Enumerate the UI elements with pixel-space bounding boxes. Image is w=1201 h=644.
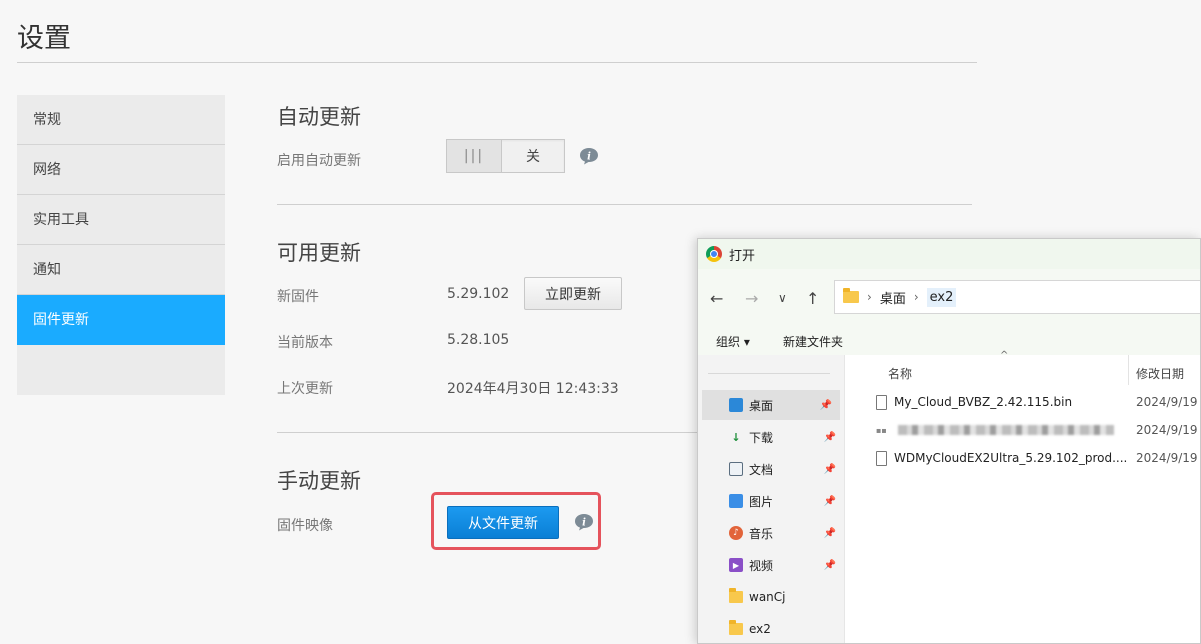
quick-access-desktop[interactable]: 桌面 📌 <box>702 390 840 420</box>
settings-sidebar: 常规 网络 实用工具 通知 固件更新 <box>17 95 225 395</box>
sidebar-item-firmware-update[interactable]: 固件更新 <box>17 295 225 345</box>
sort-ascending-icon: ^ <box>1000 350 1009 361</box>
desktop-icon <box>729 398 743 412</box>
video-icon: ▶ <box>729 558 743 572</box>
quick-access-label: 桌面 <box>749 398 774 413</box>
new-firmware-label: 新固件 <box>277 289 319 305</box>
pin-icon: 📌 <box>823 495 836 507</box>
forward-arrow-icon[interactable]: → <box>745 289 758 308</box>
music-icon: ♪ <box>729 526 743 540</box>
svg-text:i: i <box>587 152 591 163</box>
quick-access-videos[interactable]: ▶ 视频 📌 <box>698 550 844 580</box>
folder-icon <box>729 620 743 636</box>
blurred-file-name <box>898 425 1114 435</box>
dialog-navbar: ← → ∨ ↑ › 桌面 › ex2 <box>698 269 1200 327</box>
quick-access-music[interactable]: ♪ 音乐 📌 <box>698 518 844 548</box>
sidebar-item-notifications[interactable]: 通知 <box>17 245 225 295</box>
file-icon <box>876 450 887 466</box>
file-date: 2024/9/19 1 <box>1136 395 1200 409</box>
organize-button[interactable]: 组织 ▾ <box>716 333 750 350</box>
new-folder-button[interactable]: 新建文件夹 <box>783 333 843 350</box>
last-update-label: 上次更新 <box>277 381 333 397</box>
quick-access-label: 文档 <box>749 462 774 477</box>
file-row[interactable]: My_Cloud_BVBZ_2.42.115.bin 2024/9/19 1 <box>876 389 1200 415</box>
current-version-value: 5.28.105 <box>447 332 510 348</box>
chevron-right-icon: › <box>867 290 872 304</box>
quick-access-label: 视频 <box>749 558 774 573</box>
new-firmware-value: 5.29.102 <box>447 286 510 302</box>
quick-access-label: 音乐 <box>749 526 774 541</box>
column-divider[interactable] <box>1128 355 1129 385</box>
folder-icon <box>729 588 743 604</box>
quick-access-ex2[interactable]: ex2 <box>698 614 844 643</box>
picture-icon <box>729 494 743 508</box>
pin-icon: 📌 <box>819 399 832 411</box>
address-bar[interactable]: › 桌面 › ex2 <box>834 280 1200 314</box>
document-icon <box>729 462 743 476</box>
sidebar-item-network[interactable]: 网络 <box>17 145 225 195</box>
file-name: WDMyCloudEX2Ultra_5.29.102_prod.... <box>894 451 1128 465</box>
quick-access-label: 图片 <box>749 494 774 509</box>
dialog-titlebar: 打开 <box>698 239 1200 269</box>
dialog-toolbar: 组织 ▾ 新建文件夹 <box>698 327 1200 355</box>
pin-icon: 📌 <box>823 527 836 539</box>
quick-access-label: ex2 <box>749 622 771 636</box>
file-row[interactable]: ▪▪ 2024/9/19 2 <box>876 417 1200 443</box>
pane-divider <box>708 373 830 374</box>
file-row[interactable]: WDMyCloudEX2Ultra_5.29.102_prod.... 2024… <box>876 445 1200 471</box>
column-header-name[interactable]: 名称 <box>888 365 912 382</box>
pin-icon: 📌 <box>823 463 836 475</box>
file-date: 2024/9/19 1 <box>1136 451 1200 465</box>
dialog-body: 桌面 📌 ↓ 下载 📌 文档 📌 图片 📌 ♪ 音乐 📌 ▶ 视频 📌 wanC… <box>698 350 1200 643</box>
file-icon <box>876 394 887 410</box>
pane-splitter[interactable] <box>844 355 854 643</box>
file-open-dialog: 打开 ← → ∨ ↑ › 桌面 › ex2 组织 ▾ 新建文件夹 桌面 📌 ↓ <box>697 238 1201 644</box>
pin-icon: 📌 <box>823 431 836 443</box>
back-arrow-icon[interactable]: ← <box>710 289 723 308</box>
toggle-state-text: 关 <box>526 149 540 165</box>
up-arrow-icon[interactable]: ↑ <box>806 289 819 308</box>
breadcrumb-ex2[interactable]: ex2 <box>926 287 957 307</box>
pin-icon: 📌 <box>823 559 836 571</box>
manual-update-info-icon[interactable]: i <box>574 513 594 531</box>
column-header-modified[interactable]: 修改日期 <box>1136 365 1184 382</box>
sidebar-item-utilities[interactable]: 实用工具 <box>17 195 225 245</box>
chrome-icon <box>706 246 722 262</box>
available-update-title: 可用更新 <box>277 241 361 265</box>
chevron-down-icon[interactable]: ∨ <box>778 291 787 305</box>
update-now-button[interactable]: 立即更新 <box>524 277 622 310</box>
page-title: 设置 <box>17 23 71 54</box>
manual-update-title: 手动更新 <box>277 469 361 493</box>
svg-text:i: i <box>582 518 586 529</box>
auto-update-toggle[interactable]: ||| 关 <box>446 139 565 173</box>
quick-access-downloads[interactable]: ↓ 下载 📌 <box>698 422 844 452</box>
quick-access-pictures[interactable]: 图片 📌 <box>698 486 844 516</box>
sidebar-item-general[interactable]: 常规 <box>17 95 225 145</box>
section-divider <box>277 204 972 205</box>
chevron-right-icon: › <box>913 290 919 304</box>
dialog-title: 打开 <box>729 248 756 264</box>
quick-access-documents[interactable]: 文档 📌 <box>698 454 844 484</box>
file-name: My_Cloud_BVBZ_2.42.115.bin <box>894 395 1073 409</box>
breadcrumb-desktop[interactable]: 桌面 <box>880 288 906 307</box>
quick-access-label: wanCj <box>749 590 786 604</box>
toggle-handle[interactable]: ||| <box>447 140 502 172</box>
last-update-value: 2024年4月30日 12:43:33 <box>447 381 619 397</box>
firmware-image-label: 固件映像 <box>277 518 333 534</box>
current-version-label: 当前版本 <box>277 335 333 351</box>
folder-icon <box>843 288 859 303</box>
update-from-file-button[interactable]: 从文件更新 <box>447 506 559 539</box>
quick-access-wancj[interactable]: wanCj <box>698 582 844 612</box>
navigation-pane: 桌面 📌 ↓ 下载 📌 文档 📌 图片 📌 ♪ 音乐 📌 ▶ 视频 📌 wanC… <box>698 355 844 643</box>
title-divider <box>17 62 977 63</box>
file-date: 2024/9/19 2 <box>1136 423 1200 437</box>
download-icon: ↓ <box>731 430 741 444</box>
file-icon: ▪▪ <box>876 425 887 435</box>
auto-update-info-icon[interactable]: i <box>579 147 599 165</box>
auto-update-label: 启用自动更新 <box>277 153 361 169</box>
auto-update-title: 自动更新 <box>277 105 361 129</box>
quick-access-label: 下载 <box>749 430 774 445</box>
